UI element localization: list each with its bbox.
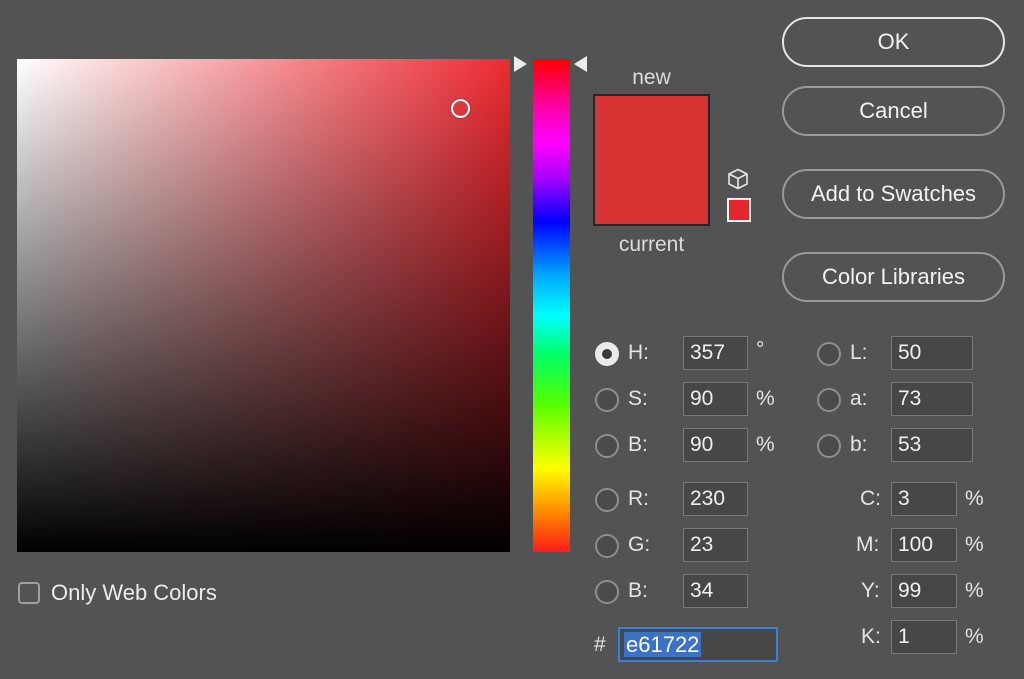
saturation-radio[interactable]: [595, 388, 619, 412]
a-channel-radio[interactable]: [817, 388, 841, 412]
brightness-label: B:: [628, 433, 648, 456]
hue-slider[interactable]: [533, 59, 570, 552]
cancel-button[interactable]: Cancel: [782, 86, 1005, 136]
black-field[interactable]: 1: [891, 620, 957, 654]
saturation-label: S:: [628, 387, 648, 410]
color-libraries-button[interactable]: Color Libraries: [782, 252, 1005, 302]
b-channel-label: b:: [850, 433, 868, 456]
cyan-field[interactable]: 3: [891, 482, 957, 516]
hue-label: H:: [628, 341, 649, 364]
hue-slider-right-arrow-icon[interactable]: [574, 56, 587, 72]
red-radio[interactable]: [595, 488, 619, 512]
green-field[interactable]: 23: [683, 528, 748, 562]
only-web-colors-label[interactable]: Only Web Colors: [51, 580, 217, 606]
color-preview: [593, 94, 710, 226]
ok-button[interactable]: OK: [782, 17, 1005, 67]
hue-unit: °: [756, 338, 765, 361]
yellow-unit: %: [965, 579, 984, 602]
lightness-radio[interactable]: [817, 342, 841, 366]
b-channel-radio[interactable]: [817, 434, 841, 458]
current-color-swatch[interactable]: [595, 160, 708, 224]
brightness-field[interactable]: 90: [683, 428, 748, 462]
blue-radio[interactable]: [595, 580, 619, 604]
green-radio[interactable]: [595, 534, 619, 558]
new-label: new: [632, 66, 671, 89]
yellow-field[interactable]: 99: [891, 574, 957, 608]
lightness-field[interactable]: 50: [891, 336, 973, 370]
green-label: G:: [628, 533, 651, 556]
yellow-label: Y:: [861, 579, 880, 602]
saturation-field[interactable]: 90: [683, 382, 748, 416]
hue-slider-left-arrow-icon[interactable]: [514, 56, 527, 72]
brightness-radio[interactable]: [595, 434, 619, 458]
a-channel-field[interactable]: 73: [891, 382, 973, 416]
add-to-swatches-button[interactable]: Add to Swatches: [782, 169, 1005, 219]
blue-label: B:: [628, 579, 648, 602]
hex-value: e61722: [624, 632, 702, 657]
red-field[interactable]: 230: [683, 482, 748, 516]
only-web-colors-checkbox[interactable]: [18, 582, 40, 604]
hue-radio[interactable]: [595, 342, 619, 366]
color-picker-circle[interactable]: [451, 98, 471, 118]
saturation-unit: %: [756, 387, 775, 410]
hex-field[interactable]: e61722: [618, 627, 778, 662]
web-safe-color-swatch[interactable]: [727, 198, 751, 222]
lightness-label: L:: [850, 341, 868, 364]
hue-field[interactable]: 357: [683, 336, 748, 370]
magenta-field[interactable]: 100: [891, 528, 957, 562]
current-label: current: [618, 233, 685, 256]
cube-icon[interactable]: [727, 168, 749, 190]
black-unit: %: [965, 625, 984, 648]
magenta-unit: %: [965, 533, 984, 556]
b-channel-field[interactable]: 53: [891, 428, 973, 462]
cyan-label: C:: [860, 487, 881, 510]
new-color-swatch: [595, 96, 708, 160]
red-label: R:: [628, 487, 649, 510]
a-channel-label: a:: [850, 387, 868, 410]
magenta-label: M:: [856, 533, 880, 556]
hex-label: #: [594, 633, 606, 656]
cyan-unit: %: [965, 487, 984, 510]
brightness-unit: %: [756, 433, 775, 456]
black-label: K:: [861, 625, 881, 648]
blue-field[interactable]: 34: [683, 574, 748, 608]
saturation-brightness-field[interactable]: [17, 59, 510, 552]
